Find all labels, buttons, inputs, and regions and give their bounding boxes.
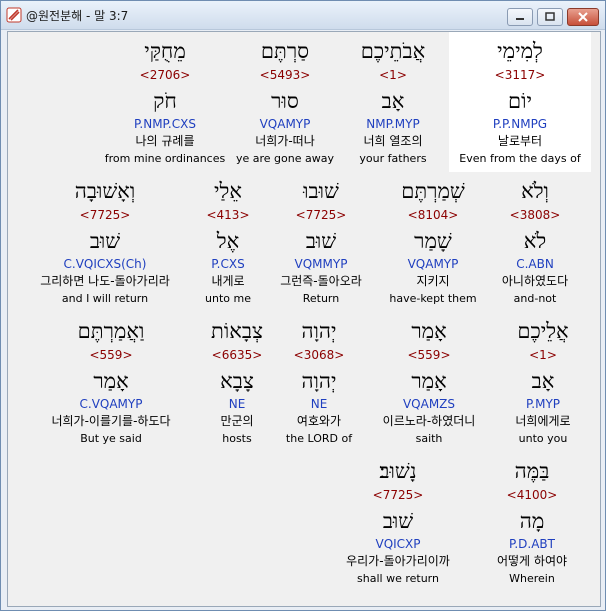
- parse-code: P.D.ABT: [508, 537, 555, 551]
- title-bar[interactable]: @원전분해 - 말 3:7: [1, 1, 605, 30]
- maximize-button[interactable]: [537, 8, 563, 26]
- korean-gloss: 우리가-돌아가리이까: [346, 554, 450, 568]
- word-cell[interactable]: לְמִימֵי <3117> יוֹם P.P.NMPG 날로부터 Even …: [449, 32, 591, 172]
- hebrew-word: לְמִימֵי: [497, 39, 543, 63]
- minimize-icon: [516, 18, 524, 20]
- strong-number: <3117>: [494, 68, 546, 82]
- word-cell[interactable]: וַאֲמַרְתֶּם <559> אָמַר C.VQAMYP 너희가-이를…: [26, 312, 196, 452]
- strong-number: <2706>: [139, 68, 191, 82]
- korean-gloss: 어떻게 하여야: [496, 554, 568, 568]
- hebrew-lemma: יוֹם: [508, 89, 532, 113]
- english-gloss: and I will return: [61, 292, 149, 305]
- english-gloss: But ye said: [80, 432, 142, 445]
- parse-code: C.VQAMYP: [79, 397, 143, 411]
- word-cell[interactable]: נָשׁוּב׃ <7725> שׁוּב VQICXP 우리가-돌아가리이까 …: [318, 452, 478, 592]
- hebrew-word: מֵחֻקַּי: [144, 39, 186, 63]
- english-gloss: Even from the days of: [459, 152, 581, 165]
- hebrew-lemma: מָה: [519, 509, 545, 533]
- word-cell[interactable]: וְאָשׁוּבָה <7725> שׁוּב C.VQICXS(Ch) 그리…: [20, 172, 190, 312]
- maximize-icon: [545, 12, 555, 21]
- strong-number: <7725>: [79, 208, 131, 222]
- english-gloss: from mine ordinances: [104, 152, 226, 165]
- korean-gloss: 날로부터: [497, 134, 543, 148]
- parse-code: P.NMP.CXS: [134, 117, 196, 131]
- minimize-button[interactable]: [507, 8, 533, 26]
- korean-gloss: 나의 규례를: [135, 134, 195, 148]
- hebrew-lemma: חֹק: [153, 89, 177, 113]
- parse-code: C.VQICXS(Ch): [63, 257, 147, 271]
- app-icon: [6, 7, 22, 23]
- app-window: @원전분해 - 말 3:7 לְמִימֵי <3117> יוֹם P.P.N…: [0, 0, 606, 611]
- word-cell[interactable]: מֵחֻקַּי <2706> חֹק P.NMP.CXS 나의 규례를 fro…: [94, 32, 236, 172]
- hebrew-word: בַּמֶּה: [514, 459, 550, 483]
- korean-gloss: 그리하면 나도-돌아가리라: [40, 274, 170, 288]
- parse-code: P.P.NMPG: [492, 117, 548, 131]
- parse-code: VQICXP: [375, 537, 421, 551]
- korean-gloss: 너희가-이를기를-하도다: [51, 414, 171, 428]
- english-gloss: Wherein: [509, 572, 555, 585]
- hebrew-lemma: שׁוּב: [89, 229, 121, 253]
- hebrew-word: נָשׁוּב׃: [379, 459, 417, 483]
- analysis-grid: לְמִימֵי <3117> יוֹם P.P.NMPG 날로부터 Even …: [7, 31, 601, 607]
- hebrew-lemma: שׁוּב: [382, 509, 414, 533]
- hebrew-word: וַאֲמַרְתֶּם: [77, 319, 145, 343]
- strong-number: <559>: [89, 348, 133, 362]
- close-button[interactable]: [567, 8, 599, 26]
- window-title: @원전분해 - 말 3:7: [26, 9, 129, 23]
- close-icon: [578, 12, 588, 22]
- word-cell[interactable]: בַּמֶּה <4100> מָה P.D.ABT 어떻게 하여야 Where…: [461, 452, 603, 592]
- strong-number: <4100>: [506, 488, 558, 502]
- strong-number: <7725>: [372, 488, 424, 502]
- english-gloss: shall we return: [357, 572, 439, 585]
- hebrew-word: וְאָשׁוּבָה: [74, 179, 136, 203]
- hebrew-lemma: אָמַר: [93, 369, 129, 393]
